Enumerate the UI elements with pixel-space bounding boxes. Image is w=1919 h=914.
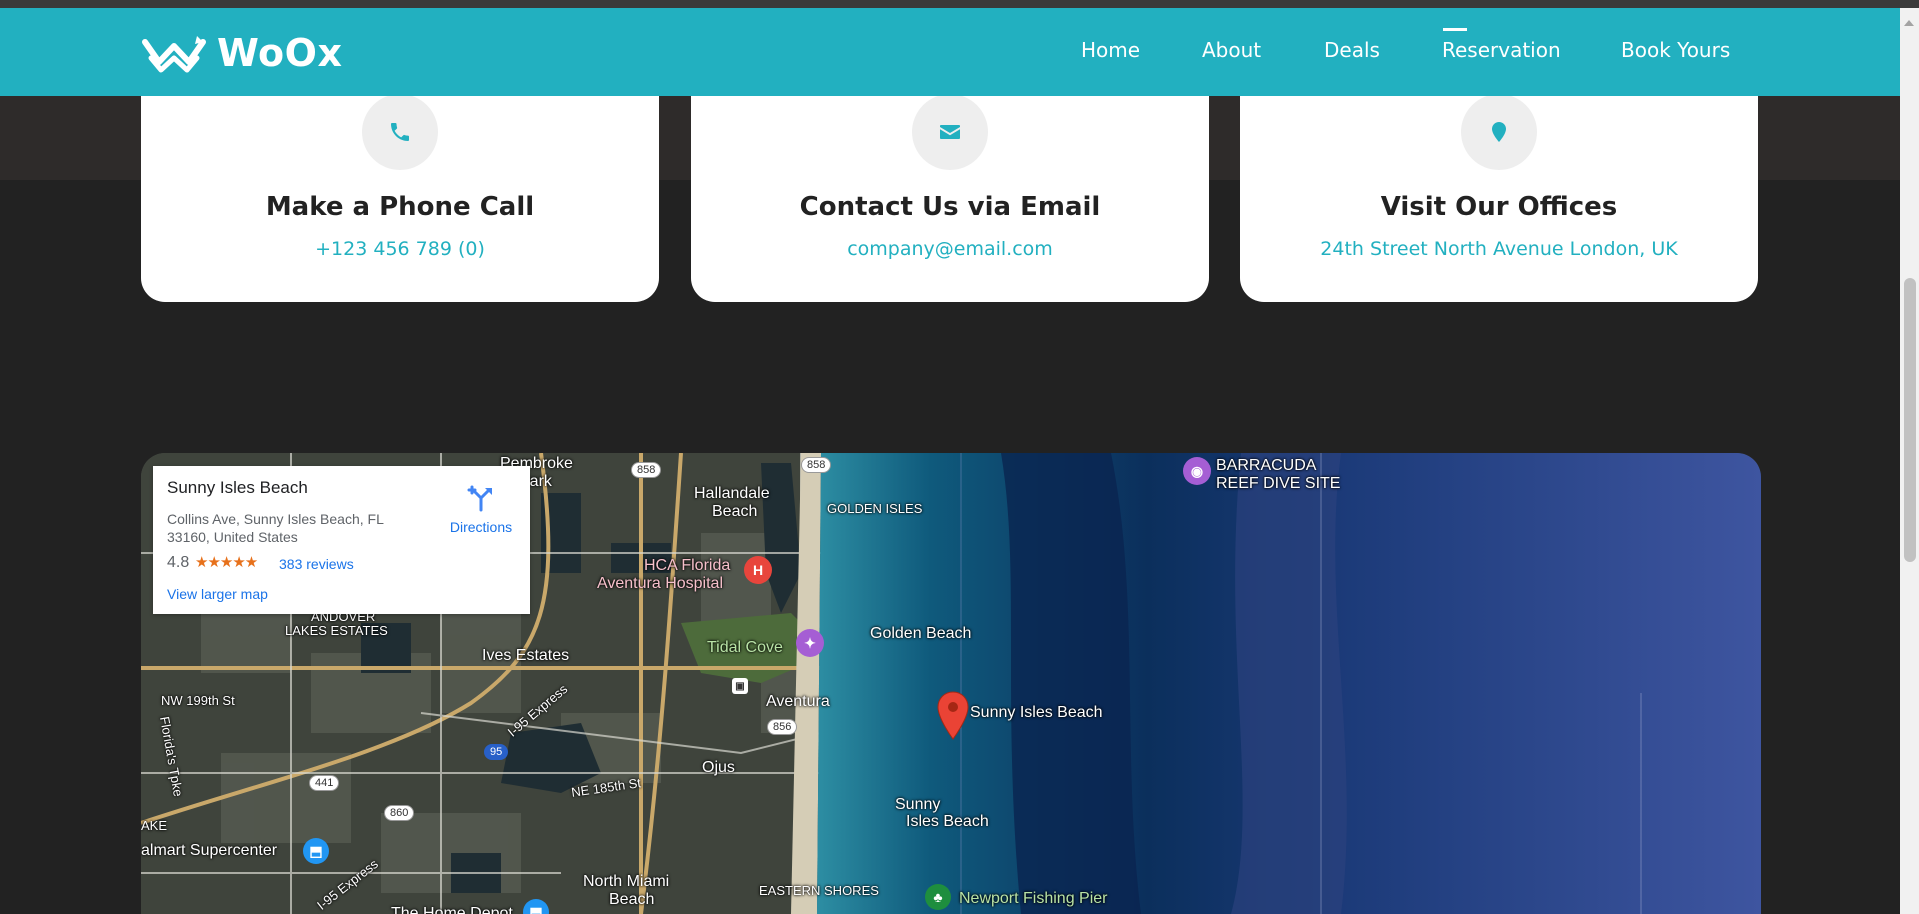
card-title: Contact Us via Email <box>799 192 1101 222</box>
attraction-icon[interactable]: ✦ <box>796 629 824 657</box>
rating-stars-icon: ★★★★★ <box>195 554 258 571</box>
page-scrollbar[interactable] <box>1900 8 1919 914</box>
route-shield: 858 <box>801 457 832 473</box>
view-larger-map-link[interactable]: View larger map <box>167 586 268 602</box>
map-label: Beach <box>712 503 758 520</box>
google-map-embed[interactable]: Pembroke Park Hallandale Beach GOLDEN IS… <box>141 453 1761 914</box>
map-label: Ives Estates <box>482 647 570 664</box>
transit-icon: ▣ <box>732 678 748 694</box>
browser-top-strip <box>0 0 1919 8</box>
place-title: Sunny Isles Beach <box>167 478 308 497</box>
map-label: North Miami <box>583 873 670 890</box>
phone-icon <box>362 94 438 170</box>
card-title: Make a Phone Call <box>265 192 535 222</box>
route-shield: 858 <box>631 462 662 478</box>
contact-card-office: Visit Our Offices 24th Street North Aven… <box>1240 80 1758 302</box>
map-label: REEF DIVE SITE <box>1216 475 1341 492</box>
map-label: Aventura Hospital <box>597 575 723 592</box>
map-label: Sunny Isles Beach <box>970 704 1103 721</box>
nav-book-yours[interactable]: Book Yours <box>1621 38 1730 62</box>
address-link[interactable]: 24th Street North Avenue London, UK <box>1240 238 1758 260</box>
map-label: Newport Fishing Pier <box>959 890 1108 907</box>
map-pin-icon <box>1461 94 1537 170</box>
map-label: Sunny <box>895 796 941 813</box>
card-title: Visit Our Offices <box>1380 192 1618 222</box>
place-rating: 4.8 <box>167 554 190 571</box>
map-label: Hallandale <box>694 485 770 502</box>
place-address: Collins Ave, Sunny Isles Beach, FL 33160… <box>167 511 384 545</box>
map-label: Ojus <box>702 759 735 776</box>
map-label: The Home Depot <box>391 905 513 914</box>
map-label: AKE <box>141 818 168 833</box>
contact-card-email: Contact Us via Email company@email.com <box>691 80 1209 302</box>
map-label: Golden Beach <box>870 625 972 642</box>
active-nav-indicator <box>1443 28 1467 31</box>
hospital-icon[interactable]: H <box>744 556 772 584</box>
directions-label: Directions <box>449 519 513 535</box>
route-shield: 856 <box>767 719 798 735</box>
tree-icon[interactable]: ♣ <box>925 884 951 910</box>
scroll-up-arrow-icon[interactable] <box>1904 20 1914 26</box>
map-label: NW 199th St <box>161 693 235 708</box>
phone-link[interactable]: +123 456 789 (0) <box>141 238 659 260</box>
map-label: Beach <box>609 891 655 908</box>
route-shield: 860 <box>384 805 415 821</box>
map-label: HCA Florida <box>644 557 731 574</box>
directions-icon <box>467 485 492 512</box>
directions-button[interactable]: Directions <box>441 484 521 535</box>
shopping-bag-icon[interactable]: ⬒ <box>303 838 329 864</box>
map-label: GOLDEN ISLES <box>827 501 923 516</box>
brand-logo[interactable]: WoOx <box>141 26 342 80</box>
logo-mark-icon <box>142 36 206 73</box>
map-label: Aventura <box>766 693 830 710</box>
map-label: LAKES ESTATES <box>285 623 388 638</box>
nav-home[interactable]: Home <box>1081 38 1140 62</box>
contact-card-phone: Make a Phone Call +123 456 789 (0) <box>141 80 659 302</box>
header-navbar: WoOx Home About Deals Reservation Book Y… <box>0 8 1900 96</box>
nav-reservation[interactable]: Reservation <box>1442 38 1561 62</box>
map-label: Tidal Cove <box>707 639 783 656</box>
brand-name: WoOx <box>217 31 343 75</box>
map-label: EASTERN SHORES <box>759 883 879 898</box>
email-link[interactable]: company@email.com <box>691 238 1209 260</box>
nav-about[interactable]: About <box>1202 38 1261 62</box>
map-place-card: Sunny Isles Beach Collins Ave, Sunny Isl… <box>153 466 530 614</box>
scrollbar-thumb[interactable] <box>1904 278 1916 562</box>
camera-icon[interactable]: ◉ <box>1183 457 1211 485</box>
envelope-icon <box>912 94 988 170</box>
location-pin-icon[interactable] <box>936 691 970 741</box>
reviews-link[interactable]: 383 reviews <box>279 556 354 572</box>
map-label: Isles Beach <box>906 813 989 830</box>
interstate-shield: 95 <box>484 744 509 760</box>
nav-deals[interactable]: Deals <box>1324 38 1380 62</box>
route-shield: 441 <box>309 775 340 791</box>
map-label: almart Supercenter <box>141 842 278 859</box>
map-label: BARRACUDA <box>1216 457 1317 474</box>
